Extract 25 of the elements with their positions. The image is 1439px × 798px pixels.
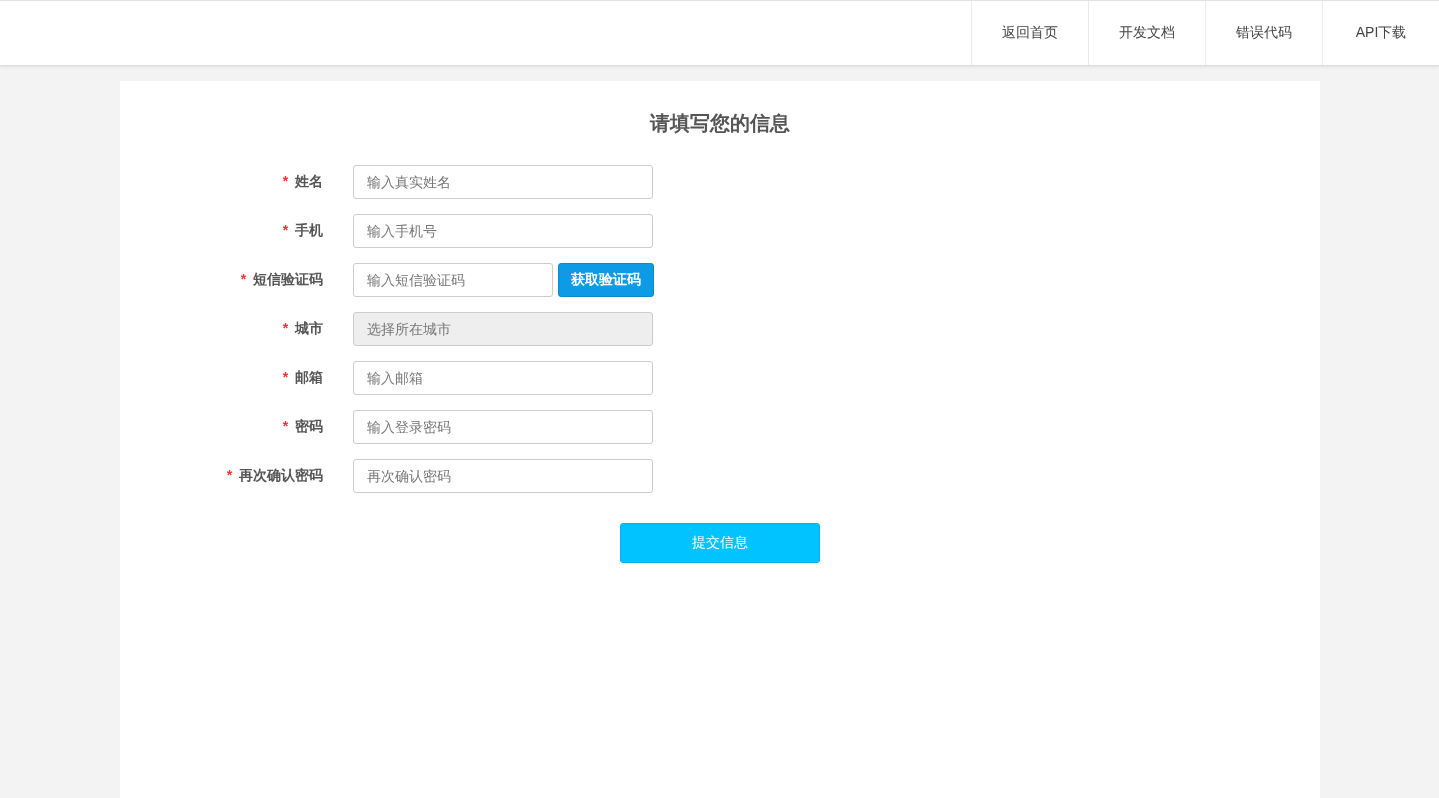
field-label: 手机: [295, 222, 323, 238]
nav-link[interactable]: 返回首页: [971, 1, 1088, 65]
nav-link[interactable]: 错误代码: [1205, 1, 1322, 65]
required-mark: *: [282, 418, 289, 434]
required-mark: *: [240, 271, 247, 287]
field-label: 邮箱: [295, 369, 323, 385]
field-label: 姓名: [295, 173, 323, 189]
required-mark: *: [282, 173, 289, 189]
nav-link[interactable]: 开发文档: [1088, 1, 1205, 65]
field-label: 密码: [295, 418, 323, 434]
field-label: 再次确认密码: [239, 467, 323, 483]
field-label: 城市: [295, 320, 323, 336]
input-field[interactable]: 输入手机号: [353, 214, 653, 248]
input-field[interactable]: 输入邮箱: [353, 361, 653, 395]
required-mark: *: [282, 222, 289, 238]
input-field[interactable]: 输入登录密码: [353, 410, 653, 444]
required-mark: *: [226, 467, 233, 483]
form-title: 请填写您的信息: [648, 111, 791, 136]
nav-link[interactable]: API下载: [1322, 1, 1439, 65]
field-label: 短信验证码: [253, 271, 323, 287]
required-mark: *: [282, 320, 289, 336]
input-field[interactable]: 再次确认密码: [353, 459, 653, 493]
required-mark: *: [282, 369, 289, 385]
input-field[interactable]: 输入真实姓名: [353, 165, 653, 199]
input-field[interactable]: 输入短信验证码: [353, 263, 553, 297]
